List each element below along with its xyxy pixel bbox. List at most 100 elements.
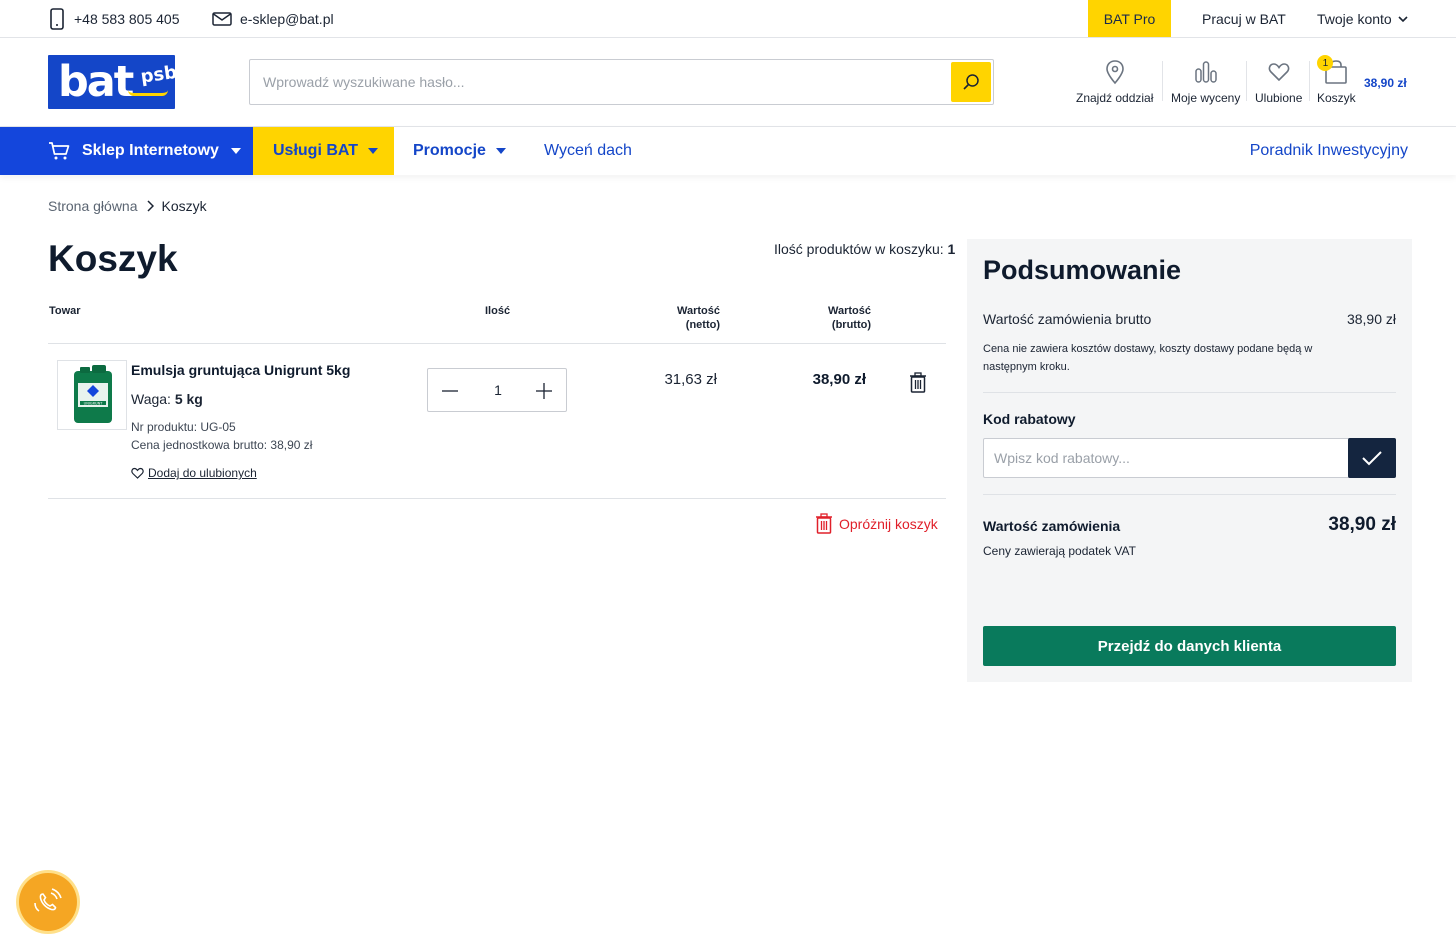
quantity-value[interactable]: 1 xyxy=(476,369,520,411)
proceed-to-customer-data-button[interactable]: Przejdź do danych klienta xyxy=(983,626,1396,666)
vat-note: Ceny zawierają podatek VAT xyxy=(983,544,1136,558)
chevron-right-icon xyxy=(146,200,154,212)
product-bucket-label: UNIGRUNT xyxy=(84,402,104,406)
order-total-label: Wartość zamówienia xyxy=(983,518,1121,534)
logo-text: bat xyxy=(58,57,134,107)
call-widget-button[interactable] xyxy=(19,873,77,931)
nav-investment-guide[interactable]: Poradnik Inwestycyjny xyxy=(1250,127,1408,175)
col-header-net: Wartość (netto) xyxy=(677,304,720,332)
cart-item-count: Ilość produktów w koszyku: 1 xyxy=(774,241,955,257)
heart-icon xyxy=(131,467,144,479)
cart-label: Koszyk xyxy=(1317,91,1356,105)
logo-swoosh xyxy=(128,90,168,96)
search-button[interactable] xyxy=(951,62,991,102)
nav-shop[interactable]: Sklep Internetowy xyxy=(0,127,253,175)
nav-services-label: Usługi BAT xyxy=(273,142,359,159)
nav-promotions-label: Promocje xyxy=(413,142,486,159)
minus-icon xyxy=(442,390,458,392)
summary-gross-label: Wartość zamówienia brutto xyxy=(983,311,1152,327)
find-branch-link[interactable]: Znajdź oddział xyxy=(1076,59,1153,105)
item-gross-value: 38,90 zł xyxy=(812,371,866,388)
search-box xyxy=(249,59,994,105)
summary-gross-value: 38,90 zł xyxy=(1346,311,1396,327)
breadcrumb-home[interactable]: Strona główna xyxy=(48,198,138,214)
divider xyxy=(983,494,1396,495)
add-to-favorites-label: Dodaj do ulubionych xyxy=(148,466,257,480)
col-header-product: Towar xyxy=(49,305,81,317)
caret-down-icon xyxy=(495,148,506,154)
col-header-gross: Wartość (brutto) xyxy=(828,304,871,332)
caret-down-icon xyxy=(368,148,379,154)
header-separator xyxy=(1246,61,1247,101)
product-bucket-image: UNIGRUNT xyxy=(74,365,112,423)
decrease-qty-button[interactable] xyxy=(436,377,464,405)
top-bar: +48 583 805 405 e-sklep@bat.pl BAT Pro P… xyxy=(0,0,1456,38)
remove-item-button[interactable] xyxy=(907,370,929,394)
product-name[interactable]: Emulsja gruntująca Unigrunt 5kg xyxy=(131,362,350,378)
divider xyxy=(983,392,1396,393)
cart-link[interactable]: 1 Koszyk xyxy=(1317,55,1356,105)
trash-icon xyxy=(910,371,926,393)
cart-total[interactable]: 38,90 zł xyxy=(1364,76,1407,90)
order-total-value: 38,90 zł xyxy=(1328,514,1396,535)
quantity-stepper: 1 xyxy=(427,368,567,412)
divider xyxy=(48,498,946,499)
product-sku: Nr produktu: UG-05 xyxy=(131,420,236,434)
phone-contact[interactable]: +48 583 805 405 xyxy=(48,0,180,37)
search-icon xyxy=(963,74,979,90)
empty-cart-label: Opróżnij koszyk xyxy=(839,515,938,532)
email-contact[interactable]: e-sklep@bat.pl xyxy=(212,0,334,37)
phone-icon xyxy=(50,7,64,30)
increase-qty-button[interactable] xyxy=(530,377,558,405)
col-header-net-line1: Wartość xyxy=(677,305,720,317)
coupon-input[interactable] xyxy=(984,439,1348,477)
heart-icon xyxy=(1268,63,1290,82)
search-input[interactable] xyxy=(250,60,950,104)
nav-promotions[interactable]: Promocje xyxy=(413,127,506,175)
favorites-label: Ulubione xyxy=(1255,91,1303,105)
mail-icon xyxy=(212,11,232,26)
nav-roof-quote[interactable]: Wyceń dach xyxy=(544,127,632,175)
divider xyxy=(48,343,946,344)
breadcrumb: Strona główna Koszyk xyxy=(48,198,207,214)
product-weight-value: 5 kg xyxy=(174,391,203,407)
caret-down-icon xyxy=(230,148,241,154)
favorites-link[interactable]: Ulubione xyxy=(1255,59,1302,105)
my-quotes-label: Moje wyceny xyxy=(1171,91,1241,105)
item-net-value: 31,63 zł xyxy=(664,371,717,388)
product-weight: Waga: 5 kg xyxy=(131,391,203,407)
col-header-gross-line2: (brutto) xyxy=(831,319,871,331)
my-quotes-link[interactable]: Moje wyceny xyxy=(1171,59,1240,105)
product-weight-label: Waga: xyxy=(131,391,171,407)
cart-count-value: 1 xyxy=(947,241,956,257)
apply-coupon-button[interactable] xyxy=(1348,438,1396,478)
bat-logo[interactable]: bat psb xyxy=(48,55,178,109)
trash-icon xyxy=(816,513,832,534)
nav-services[interactable]: Usługi BAT xyxy=(253,127,394,175)
email-address[interactable]: e-sklep@bat.pl xyxy=(240,11,334,27)
phone-ringing-icon xyxy=(34,888,62,912)
checkmark-icon xyxy=(1362,451,1382,466)
breadcrumb-current: Koszyk xyxy=(161,198,207,214)
col-header-net-line2: (netto) xyxy=(685,319,720,331)
header-separator xyxy=(1309,61,1310,101)
location-pin-icon xyxy=(1105,60,1124,85)
summary-gross-row: Wartość zamówienia brutto 38,90 zł xyxy=(983,311,1396,327)
empty-cart-button[interactable]: Opróżnij koszyk xyxy=(815,513,938,534)
careers-link[interactable]: Pracuj w BAT xyxy=(1202,0,1286,37)
product-unit-price: Cena jednostkowa brutto: 38,90 zł xyxy=(131,438,313,452)
account-menu[interactable]: Twoje konto xyxy=(1317,0,1408,37)
cart-count-label: Ilość produktów w koszyku: xyxy=(774,241,944,257)
main-header: bat psb Znajdź oddział Moje wyceny Ulubi… xyxy=(0,38,1456,127)
plus-icon xyxy=(536,383,552,399)
shipping-note: Cena nie zawiera kosztów dostawy, koszty… xyxy=(983,343,1313,373)
product-thumbnail[interactable]: UNIGRUNT xyxy=(57,360,127,430)
order-summary: Podsumowanie Wartość zamówienia brutto 3… xyxy=(967,239,1412,682)
phone-number[interactable]: +48 583 805 405 xyxy=(74,11,180,27)
main-nav: Sklep Internetowy Usługi BAT Promocje Wy… xyxy=(0,127,1456,175)
bar-chart-icon xyxy=(1194,61,1217,83)
page-title: Koszyk xyxy=(48,238,178,279)
cart-icon xyxy=(49,142,70,160)
add-to-favorites-link[interactable]: Dodaj do ulubionych xyxy=(131,466,257,480)
bat-pro-link[interactable]: BAT Pro xyxy=(1088,0,1171,37)
